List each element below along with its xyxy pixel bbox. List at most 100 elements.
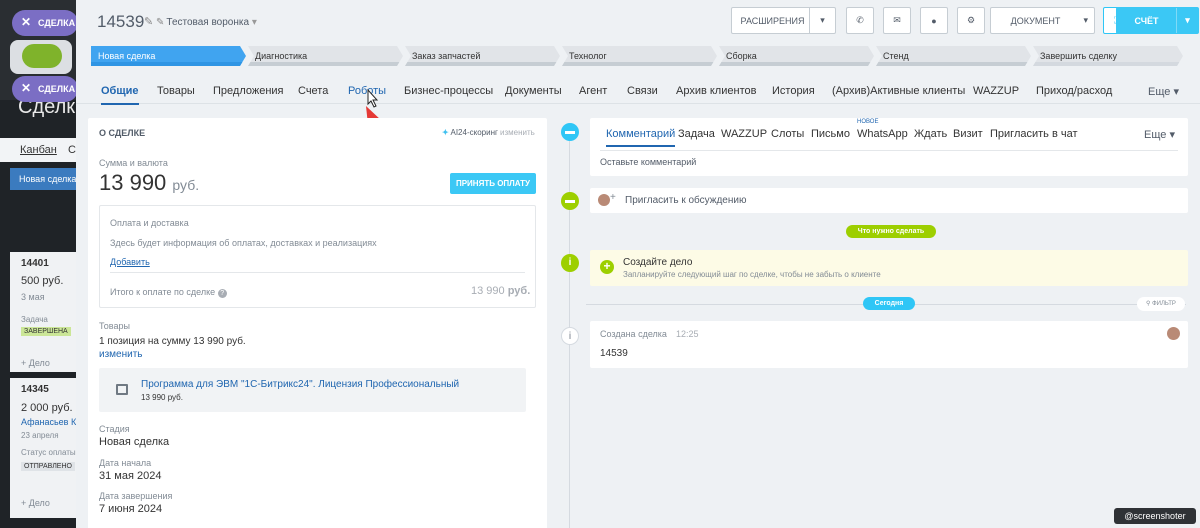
timeline-tab-invite-chat[interactable]: Пригласить в чат xyxy=(990,128,1078,140)
stage-assembly[interactable]: Сборка xyxy=(719,46,874,66)
tab-archive-active-clients[interactable]: (Архив)Активные клиенты xyxy=(832,85,965,97)
plus-icon: + xyxy=(610,192,616,203)
tab-income-expense[interactable]: Приход/расход xyxy=(1036,85,1112,97)
chat-icon: ● xyxy=(931,15,937,26)
ai-scoring-button[interactable]: ✦ AI24-скоринг xyxy=(442,128,498,137)
close-icon: ✕ xyxy=(21,15,32,29)
comment-input[interactable]: Оставьте комментарий xyxy=(600,157,696,167)
timeline-tab-task[interactable]: Задача xyxy=(678,128,715,140)
kanban-stage-header: Новая сделка xyxy=(10,168,78,190)
chevron-down-icon: ▾ xyxy=(1083,15,1088,25)
timeline-tab-visit[interactable]: Визит xyxy=(953,128,983,140)
stage-diagnostics[interactable]: Диагностика xyxy=(248,46,403,66)
deal-header: 14539 ✎ ✎ Тестовая воронка ▾ РАСШИРЕНИЯ ▾ … xyxy=(76,0,1200,46)
tab-business-processes[interactable]: Бизнес-процессы xyxy=(404,85,493,97)
tab-history[interactable]: История xyxy=(772,85,815,97)
tab-goods[interactable]: Товары xyxy=(157,85,195,97)
phone-icon: ✆ xyxy=(856,15,864,25)
stage-parts-order[interactable]: Заказ запчастей xyxy=(405,46,560,66)
chat-bubble-icon: ▬ xyxy=(561,192,579,210)
tab-offers[interactable]: Предложения xyxy=(213,85,284,97)
edit-title-icon[interactable]: ✎ xyxy=(144,15,153,28)
product-price: 13 990 руб. xyxy=(141,393,183,402)
start-date-label: Дата начала xyxy=(99,458,152,468)
filter-button[interactable]: ⚲ ФИЛЬТР xyxy=(1137,297,1185,311)
kanban-tab[interactable]: Канбан xyxy=(20,144,57,156)
create-activity[interactable]: + Создайте дело Запланируйте следующий ш… xyxy=(590,250,1188,286)
stage-bar: Новая сделка Диагностика Заказ запчастей… xyxy=(91,46,1185,66)
tab-links[interactable]: Связи xyxy=(627,85,658,97)
start-date-value[interactable]: 31 мая 2024 xyxy=(99,470,161,482)
deal-panel: 14539 ✎ ✎ Тестовая воронка ▾ РАСШИРЕНИЯ ▾ … xyxy=(76,0,1200,528)
invite-label: Пригласить к обсуждению xyxy=(625,195,747,206)
timeline-tab-wait[interactable]: Ждать xyxy=(914,128,947,140)
chevron-down-icon[interactable]: ▾ xyxy=(809,8,835,33)
created-time: 12:25 xyxy=(676,329,699,339)
tab-client-archive[interactable]: Архив клиентов xyxy=(676,85,756,97)
change-link[interactable]: изменить xyxy=(500,128,535,137)
payment-info: Здесь будет информация об оплатах, доста… xyxy=(110,238,377,248)
today-pill: Сегодня xyxy=(863,297,915,310)
timeline-tabs-more[interactable]: Еще ▾ xyxy=(1144,128,1175,141)
invite-discussion[interactable]: + Пригласить к обсуждению xyxy=(590,188,1188,213)
sum-value[interactable]: 13 990 руб. xyxy=(99,170,199,196)
kanban-add-button[interactable] xyxy=(22,44,62,68)
total-value: 13 990 руб. xyxy=(471,285,531,297)
help-icon: ? xyxy=(217,289,227,298)
add-icon[interactable]: + xyxy=(600,260,614,274)
add-link[interactable]: Добавить xyxy=(110,257,150,267)
extensions-button[interactable]: РАСШИРЕНИЯ ▾ xyxy=(731,7,836,34)
goods-change-link[interactable]: изменить xyxy=(99,349,143,360)
stage-label: Стадия xyxy=(99,424,130,434)
timeline-tab-comment[interactable]: Комментарий xyxy=(606,128,676,147)
tab-documents[interactable]: Документы xyxy=(505,85,562,97)
funnel-selector[interactable]: ✎ Тестовая воронка ▾ xyxy=(156,17,257,28)
tab-general[interactable]: Общие xyxy=(101,85,139,105)
timeline-tab-email[interactable]: Письмо xyxy=(811,128,850,140)
call-button[interactable]: ✆ xyxy=(846,7,874,34)
tab-agent[interactable]: Агент xyxy=(579,85,607,97)
settings-button[interactable]: ⚙ xyxy=(957,7,985,34)
kanban-view-tabs: Канбан Сп xyxy=(0,138,78,162)
email-button[interactable]: ✉ xyxy=(883,7,911,34)
product-name[interactable]: Программа для ЭВМ "1С-Битрикс24". Лиценз… xyxy=(141,379,459,390)
divider xyxy=(600,150,1178,151)
end-date-value[interactable]: 7 июня 2024 xyxy=(99,503,162,515)
stage-stand[interactable]: Стенд xyxy=(876,46,1031,66)
slider-close-button[interactable]: ✕ СДЕЛКА xyxy=(12,10,78,36)
tabs-more[interactable]: Еще ▾ xyxy=(1148,85,1179,98)
timeline-item-created: Создана сделка 12:25 14539 xyxy=(590,321,1188,368)
stage-new[interactable]: Новая сделка xyxy=(91,46,246,66)
close-icon: ✕ xyxy=(21,81,32,95)
invoice-button[interactable]: СЧЁТ ▾ xyxy=(1116,7,1199,34)
todo-title: Создайте дело xyxy=(623,257,693,268)
timeline-tab-wazzup[interactable]: WAZZUP xyxy=(721,128,767,140)
chat-button[interactable]: ● xyxy=(920,7,948,34)
tab-invoices[interactable]: Счета xyxy=(298,85,328,97)
goods-label: Товары xyxy=(99,321,130,331)
chevron-down-icon[interactable]: ▾ xyxy=(1176,8,1198,33)
comment-icon: ▬ xyxy=(561,123,579,141)
info-icon: i xyxy=(561,254,579,272)
kanban-card[interactable]: 14401 500 руб. 3 мая Задача ЗАВЕРШЕНА + … xyxy=(10,252,78,372)
accept-payment-button[interactable]: ПРИНЯТЬ ОПЛАТУ xyxy=(450,173,536,194)
deal-tabs: Общие Товары Предложения Счета Роботы Би… xyxy=(76,78,1200,105)
tab-wazzup[interactable]: WAZZUP xyxy=(973,85,1019,97)
sum-label: Сумма и валюта xyxy=(99,158,168,168)
timeline-tab-whatsapp[interactable]: НОВОЕ WhatsApp xyxy=(857,119,908,140)
document-button[interactable]: ДОКУМЕНТ ▾ xyxy=(990,7,1095,34)
stage-value[interactable]: Новая сделка xyxy=(99,436,169,448)
avatar xyxy=(598,194,610,206)
end-date-label: Дата завершения xyxy=(99,491,173,501)
slider-deal-tab[interactable]: ✕ СДЕЛКА xyxy=(12,76,78,102)
kanban-card[interactable]: 14345 2 000 руб. Афанасьев Ко 23 апреля … xyxy=(10,378,78,518)
pencil-icon: ✎ xyxy=(156,17,165,28)
payment-delivery-box: Оплата и доставка Здесь будет информация… xyxy=(99,205,536,308)
deal-info-card: О СДЕЛКЕ ✦ AI24-скоринг изменить Сумма и… xyxy=(88,118,547,528)
stage-technologist[interactable]: Технолог xyxy=(562,46,717,66)
stage-finish[interactable]: Завершить сделку xyxy=(1033,46,1183,66)
product-item[interactable]: Программа для ЭВМ "1С-Битрикс24". Лиценз… xyxy=(99,368,526,412)
divider xyxy=(110,272,525,273)
timeline-tab-slots[interactable]: Слоты xyxy=(771,128,804,140)
todo-hint: Запланируйте следующий шаг по сделке, чт… xyxy=(623,270,881,279)
